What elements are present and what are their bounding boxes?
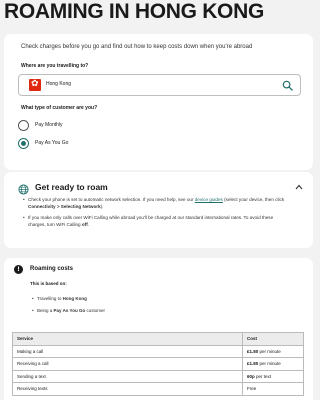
checker-intro: Check charges before you go and find out… <box>21 44 253 50</box>
roaming-checker-card: Check charges before you go and find out… <box>4 34 313 170</box>
service-cell: Making a call <box>12 344 243 358</box>
column-header-service: Service <box>12 332 243 346</box>
radio-label-pay-as-you-go: Pay As You Go <box>35 140 69 146</box>
destination-search-input[interactable]: Hong Kong <box>18 74 301 96</box>
based-on-label: This is based on: <box>30 281 67 286</box>
customer-type-label: What type of customer are you? <box>21 105 98 111</box>
tip-network-selection: Check your phone is set to automatic net… <box>23 197 290 210</box>
radio-pay-monthly[interactable]: Pay Monthly <box>18 119 63 131</box>
tip-text: If you make only calls over WiFi Calling… <box>28 215 274 227</box>
get-ready-card: Get ready to roam Check your phone is se… <box>4 172 313 248</box>
column-header-cost: Cost <box>242 332 304 346</box>
tip-text: Check your phone is set to automatic net… <box>28 197 195 202</box>
cost-unit: per text <box>254 373 272 379</box>
based-on-customer-type: Being a Pay As You Go customer <box>32 308 105 313</box>
hong-kong-flag-icon <box>29 78 41 91</box>
roaming-costs-card: ! Roaming costs This is based on: Travel… <box>4 258 313 400</box>
table-row: Receiving a call £1.80 per minute <box>12 357 304 371</box>
radio-label-pay-monthly: Pay Monthly <box>35 122 63 128</box>
section-title-roaming-costs: Roaming costs <box>30 266 74 272</box>
table-header-row: Service Cost <box>12 332 304 346</box>
destination-value: Hong Kong <box>46 81 72 87</box>
cost-cell: Free <box>242 382 304 396</box>
cost-amount: £1.80 <box>247 361 259 367</box>
service-cell: Receiving texts <box>12 382 243 396</box>
chevron-up-icon[interactable] <box>295 184 303 190</box>
roaming-costs-table: Service Cost Making a call £1.80 per min… <box>12 332 304 396</box>
cost-cell: £1.80 per minute <box>242 344 304 358</box>
radio-button[interactable] <box>18 119 29 131</box>
cost-cell: £1.80 per minute <box>242 357 304 371</box>
cost-unit: Free <box>247 386 257 392</box>
table-row: Receiving texts Free <box>12 382 304 396</box>
cost-unit: per minute <box>258 348 281 354</box>
based-text: customer <box>85 308 105 313</box>
tip-text: ). <box>100 203 104 209</box>
globe-icon <box>18 184 29 195</box>
destination-label: Where are you travelling to? <box>21 63 89 69</box>
cost-amount: £1.80 <box>247 348 259 354</box>
alert-icon: ! <box>14 265 23 274</box>
cost-cell: 60p per text <box>242 369 304 383</box>
tip-text: (select your device, then click <box>222 197 285 202</box>
based-text: Being a <box>37 308 54 313</box>
radio-button-selected[interactable] <box>18 137 29 149</box>
search-icon[interactable] <box>282 80 293 91</box>
cost-amount: 60p <box>247 373 255 379</box>
section-title-get-ready: Get ready to roam <box>35 182 108 192</box>
based-bold: Pay As You Go <box>53 308 86 313</box>
cost-unit: per minute <box>258 361 281 367</box>
based-text: Travelling to <box>37 296 63 301</box>
service-cell: Receiving a call <box>12 357 243 371</box>
page-title: ROAMING IN HONG KONG <box>4 0 264 23</box>
based-on-destination: Travelling to Hong Kong <box>32 296 87 301</box>
service-cell: Sending a text <box>12 369 243 383</box>
radio-pay-as-you-go[interactable]: Pay As You Go <box>18 137 68 149</box>
table-row: Sending a text 60p per text <box>12 369 304 383</box>
tip-wifi-calling: If you make only calls over WiFi Calling… <box>23 215 290 228</box>
table-row: Making a call £1.80 per minute <box>12 344 304 358</box>
tip-text: . <box>87 221 90 227</box>
tip-bold-text: Connectivity > Selecting Network <box>28 203 101 209</box>
device-guides-link[interactable]: device guides <box>195 197 223 202</box>
based-bold: Hong Kong <box>62 296 87 301</box>
